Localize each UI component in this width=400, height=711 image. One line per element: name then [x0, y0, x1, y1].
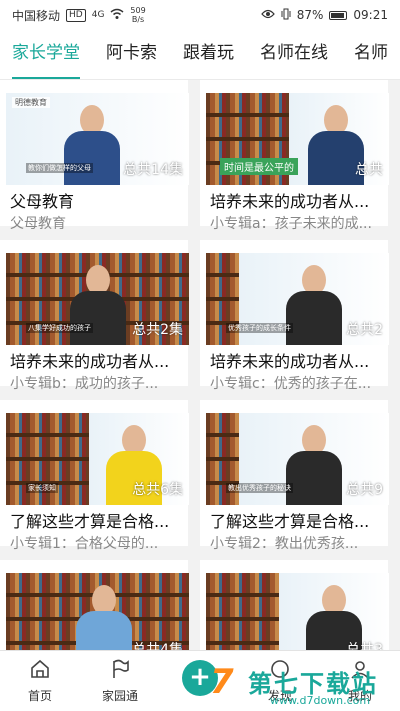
- course-subtitle: 小专辑1：合格父母的...: [10, 536, 159, 552]
- course-card[interactable]: 时间是最公平的 总共 培养未来的成功者从... 小专辑a：孩子未来的成...: [200, 80, 389, 232]
- course-subtitle: 小专辑b：成功的孩子...: [10, 376, 159, 392]
- course-thumbnail: 优秀孩子的成长条件 总共2: [206, 253, 389, 345]
- course-title: 培养未来的成功者从...: [10, 352, 170, 371]
- site-watermark: + 7 第七下载站 www.d7down.com: [182, 660, 400, 711]
- app-screen: 中国移动 HD 4G 509 B/s 87% 09:21 家长学堂 阿卡索 跟着玩…: [0, 0, 400, 711]
- category-tabs: 家长学堂 阿卡索 跟着玩 名师在线 名师: [0, 30, 400, 80]
- network-label: 4G: [91, 10, 105, 20]
- eye-icon: [260, 8, 275, 22]
- course-card[interactable]: 明德教育 教你们做怎样的父母 总共14集 父母教育 父母教育: [0, 80, 189, 232]
- video-caption: 八集学好成功的孩子: [26, 323, 93, 333]
- hd-badge: HD: [66, 8, 86, 22]
- nav-home-school[interactable]: 家园通: [80, 651, 160, 711]
- speed-readout: 509 B/s: [130, 6, 146, 24]
- course-title: 父母教育: [10, 192, 75, 211]
- course-card[interactable]: 教出优秀孩子的秘诀 总共9 了解这些才算是合格... 小专辑2：教出优秀孩...: [200, 400, 389, 552]
- tab-famous-teacher[interactable]: 名师: [354, 30, 388, 79]
- course-thumbnail: 明德教育 教你们做怎样的父母 总共14集: [6, 93, 189, 185]
- episode-count: 总共2: [346, 322, 383, 338]
- tab-parent-school[interactable]: 家长学堂: [12, 30, 80, 79]
- course-thumbnail: 时间是最公平的 总共: [206, 93, 389, 185]
- course-title: 了解这些才算是合格...: [10, 512, 170, 531]
- carrier-label: 中国移动: [12, 8, 61, 23]
- tab-famous-teacher-online[interactable]: 名师在线: [260, 30, 328, 79]
- tab-play-along[interactable]: 跟着玩: [183, 30, 234, 79]
- nav-home[interactable]: 首页: [0, 651, 80, 711]
- course-thumbnail: 总共4集: [6, 573, 189, 650]
- video-caption: 优秀孩子的成长条件: [226, 323, 293, 333]
- battery-percent: 87%: [296, 8, 324, 22]
- course-thumbnail: 八集学好成功的孩子 总共2集: [6, 253, 189, 345]
- home-icon: [29, 658, 51, 683]
- publisher-logo: 明德教育: [12, 97, 50, 108]
- battery-icon: [329, 10, 348, 20]
- course-thumbnail: 家长须知 总共6集: [6, 413, 189, 505]
- status-bar: 中国移动 HD 4G 509 B/s 87% 09:21: [0, 0, 400, 30]
- course-subtitle: 父母教育: [10, 216, 66, 232]
- nav-home-school-label: 家园通: [101, 689, 138, 703]
- watermark-logo-mark: 7: [210, 662, 234, 702]
- nav-home-label: 首页: [27, 689, 52, 703]
- course-subtitle: 小专辑a：孩子未来的成...: [210, 216, 372, 232]
- episode-count: 总共14集: [123, 162, 183, 178]
- course-title: 了解这些才算是合格...: [210, 512, 370, 531]
- course-card[interactable]: 八集学好成功的孩子 总共2集 培养未来的成功者从... 小专辑b：成功的孩子..…: [0, 240, 189, 392]
- episode-count: 总共: [355, 162, 383, 178]
- video-caption: 教你们做怎样的父母: [26, 163, 93, 173]
- episode-count: 总共6集: [132, 482, 183, 498]
- video-caption: 家长须知: [26, 483, 58, 493]
- episode-count: 总共3: [346, 642, 383, 650]
- video-banner: 时间是最公平的: [220, 158, 298, 175]
- tab-akaso[interactable]: 阿卡索: [106, 30, 157, 79]
- course-card[interactable]: 优秀孩子的成长条件 总共2 培养未来的成功者从... 小专辑c：优秀的孩子在..…: [200, 240, 389, 392]
- watermark-url: www.d7down.com: [270, 694, 371, 707]
- course-title: 培养未来的成功者从...: [210, 192, 370, 211]
- wifi-icon: [110, 8, 124, 23]
- course-thumbnail: 教出优秀孩子的秘诀 总共9: [206, 413, 389, 505]
- course-card[interactable]: 家长须知 总共6集 了解这些才算是合格... 小专辑1：合格父母的...: [0, 400, 189, 552]
- episode-count: 总共4集: [132, 642, 183, 650]
- vibrate-icon: [281, 8, 291, 23]
- course-subtitle: 小专辑c：优秀的孩子在...: [210, 376, 372, 392]
- course-card[interactable]: 总共3: [200, 560, 389, 650]
- flag-icon: [109, 658, 131, 683]
- episode-count: 总共2集: [132, 322, 183, 338]
- course-title: 培养未来的成功者从...: [210, 352, 370, 371]
- episode-count: 总共9: [346, 482, 383, 498]
- course-grid: 明德教育 教你们做怎样的父母 总共14集 父母教育 父母教育 时间是最公平的 总…: [0, 80, 400, 650]
- course-card[interactable]: 总共4集: [0, 560, 189, 650]
- course-thumbnail: 总共3: [206, 573, 389, 650]
- video-caption: 教出优秀孩子的秘诀: [226, 483, 293, 493]
- clock: 09:21: [353, 8, 388, 22]
- course-subtitle: 小专辑2：教出优秀孩...: [210, 536, 359, 552]
